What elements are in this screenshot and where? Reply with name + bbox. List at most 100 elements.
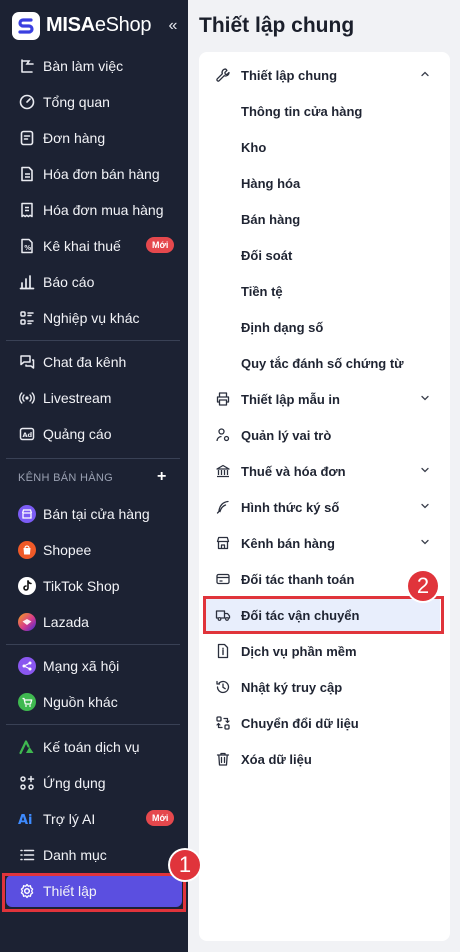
desk-icon: [21, 59, 34, 73]
sidebar-item-livestream[interactable]: Livestream: [6, 382, 182, 414]
bank-icon: [216, 464, 230, 478]
app-logo-text[interactable]: MISAeShop: [46, 14, 151, 37]
svg-text:%: %: [24, 244, 31, 252]
sidebar-item-ban-tai-cua-hang[interactable]: Bán tại cửa hàng: [6, 498, 182, 530]
sidebar-item-hoa-don-ban-hang[interactable]: Hóa đơn bán hàng: [6, 158, 182, 190]
double-chevron-left-icon[interactable]: «: [164, 16, 182, 36]
menu-label: Nhật ký truy cập: [241, 680, 343, 695]
misa-logo-icon: [12, 12, 40, 40]
document-info-icon: [217, 643, 229, 659]
shopee-icon: [18, 541, 36, 559]
submenu-label: Thông tin cửa hàng: [241, 104, 363, 119]
sidebar-item-ban-lam-viec[interactable]: Bàn làm việc: [6, 50, 182, 82]
sidebar-item-nghiep-vu-khac[interactable]: Nghiệp vụ khác: [6, 302, 182, 334]
submenu-kho[interactable]: Kho: [205, 130, 440, 164]
submenu-quy-tac-danh-so[interactable]: Quy tắc đánh số chứng từ: [205, 346, 440, 380]
menu-kenh-ban-hang[interactable]: Kênh bán hàng: [205, 526, 440, 560]
sidebar-item-bao-cao[interactable]: Báo cáo: [6, 266, 182, 298]
menu-xoa-du-lieu[interactable]: Xóa dữ liệu: [205, 742, 440, 776]
add-channel-plus-icon[interactable]: +: [157, 468, 166, 486]
menu-label: Hình thức ký số: [241, 500, 340, 515]
menu-label: Kênh bán hàng: [241, 536, 335, 551]
sidebar: MISAeShop « Bàn làm việc Tổng quan Đơn h…: [0, 0, 188, 952]
history-icon: [216, 680, 230, 694]
dashboard-icon: [19, 94, 35, 110]
sidebar-item-tro-ly-ai[interactable]: Ai Trợ lý AI Mới: [6, 803, 182, 835]
sidebar-item-label: Nghiệp vụ khác: [43, 310, 140, 326]
printer-icon: [216, 392, 230, 406]
step-2-marker: 2: [408, 571, 438, 601]
chevron-down-icon: [421, 539, 429, 545]
sidebar-divider: [6, 644, 180, 645]
menu-thiet-lap-chung[interactable]: Thiết lập chung: [205, 58, 440, 92]
menu-thiet-lap-mau-in[interactable]: Thiết lập mẫu in: [205, 382, 440, 416]
sidebar-item-ke-khai-thue[interactable]: % Kê khai thuế Mới: [6, 230, 182, 262]
sidebar-item-label: Kê khai thuế: [43, 238, 121, 254]
submenu-label: Đối soát: [241, 248, 293, 263]
menu-quan-ly-vai-tro[interactable]: Quản lý vai trò: [205, 418, 440, 452]
tax-icon: %: [21, 238, 33, 254]
sidebar-divider: [6, 724, 180, 725]
sidebar-item-tiktok-shop[interactable]: TikTok Shop: [6, 570, 182, 602]
lazada-icon: [18, 613, 36, 631]
menu-label: Xóa dữ liệu: [241, 752, 312, 767]
social-icon: [18, 657, 36, 675]
menu-dich-vu-phan-mem[interactable]: Dịch vụ phần mềm: [205, 634, 440, 668]
wrench-icon: [216, 68, 230, 82]
ads-icon: Ad: [19, 427, 35, 441]
store-icon: [18, 505, 36, 523]
sidebar-item-don-hang[interactable]: Đơn hàng: [6, 122, 182, 154]
sidebar-item-nguon-khac[interactable]: Nguồn khác: [6, 686, 182, 718]
report-icon: [19, 275, 35, 290]
sidebar-item-label: Nguồn khác: [43, 694, 118, 710]
tiktok-icon: [18, 577, 36, 595]
user-gear-icon: [216, 428, 230, 442]
submenu-hang-hoa[interactable]: Hàng hóa: [205, 166, 440, 200]
submenu-dinh-dang-so[interactable]: Định dạng số: [205, 310, 440, 344]
sidebar-item-ke-toan-dich-vu[interactable]: Kế toán dịch vụ: [6, 731, 182, 763]
menu-nhat-ky-truy-cap[interactable]: Nhật ký truy cập: [205, 670, 440, 704]
sidebar-item-lazada[interactable]: Lazada: [6, 606, 182, 638]
sidebar-item-hoa-don-mua-hang[interactable]: Hóa đơn mua hàng: [6, 194, 182, 226]
new-badge: Mới: [146, 810, 175, 826]
sidebar-item-mang-xa-hoi[interactable]: Mạng xã hội: [6, 650, 182, 682]
sidebar-item-label: Shopee: [43, 542, 92, 558]
sidebar-item-chat-da-kenh[interactable]: Chat đa kênh: [6, 346, 182, 378]
sidebar-item-quang-cao[interactable]: Ad Quảng cáo: [6, 418, 182, 450]
submenu-label: Kho: [241, 140, 267, 155]
menu-label: Dịch vụ phần mềm: [241, 644, 357, 659]
sidebar-item-ung-dung[interactable]: Ứng dụng: [6, 767, 182, 799]
logo-bold: MISA: [46, 14, 95, 36]
logo-row: MISAeShop «: [0, 0, 188, 52]
menu-label: Thiết lập chung: [241, 68, 338, 83]
submenu-label: Bán hàng: [241, 212, 301, 227]
chat-icon: [20, 355, 35, 369]
sidebar-item-danh-muc[interactable]: Danh mục: [6, 839, 182, 871]
sales-invoice-icon: [21, 166, 33, 182]
sidebar-item-shopee[interactable]: Shopee: [6, 534, 182, 566]
sidebar-item-label: Bàn làm việc: [43, 58, 124, 74]
menu-hinh-thuc-ky-so[interactable]: Hình thức ký số: [205, 490, 440, 524]
sidebar-divider: [6, 458, 180, 459]
ai-icon: Ai: [18, 813, 33, 828]
sidebar-item-label: Livestream: [43, 390, 112, 406]
menu-chuyen-doi-du-lieu[interactable]: Chuyển đổi dữ liệu: [205, 706, 440, 740]
order-icon: [20, 130, 34, 146]
submenu-thong-tin-cua-hang[interactable]: Thông tin cửa hàng: [205, 94, 440, 128]
logo-light: eShop: [94, 14, 152, 36]
sidebar-item-label: Trợ lý AI: [43, 811, 96, 827]
sidebar-item-tong-quan[interactable]: Tổng quan: [6, 86, 182, 118]
menu-label: Quản lý vai trò: [241, 428, 332, 443]
page-title: Thiết lập chung: [199, 14, 355, 37]
livestream-icon: [19, 392, 35, 404]
submenu-ban-hang[interactable]: Bán hàng: [205, 202, 440, 236]
sidebar-item-label: Hóa đơn mua hàng: [43, 202, 164, 218]
list-icon: [20, 849, 35, 861]
card-icon: [216, 573, 230, 585]
sidebar-divider: [6, 340, 180, 341]
sidebar-item-label: Ứng dụng: [43, 775, 106, 791]
submenu-tien-te[interactable]: Tiền tệ: [205, 274, 440, 308]
menu-doi-tac-thanh-toan[interactable]: Đối tác thanh toán: [205, 562, 440, 596]
menu-thue-va-hoa-don[interactable]: Thuế và hóa đơn: [205, 454, 440, 488]
submenu-doi-soat[interactable]: Đối soát: [205, 238, 440, 272]
